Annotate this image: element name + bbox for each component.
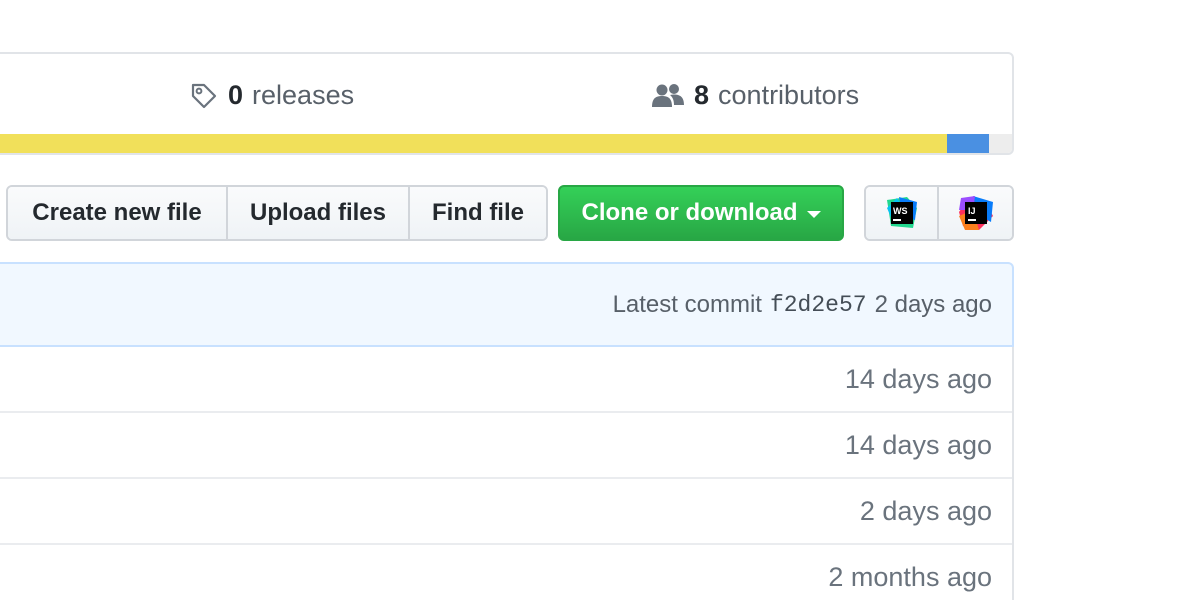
webstorm-icon: WS [886,197,917,228]
releases-label: releases [252,80,355,110]
svg-text:WS: WS [893,206,908,216]
file-row[interactable]: 2 days ago [0,479,1012,545]
open-in-webstorm-button[interactable]: WS [866,187,940,239]
find-file-button[interactable]: Find file [410,187,546,239]
language-bar[interactable] [0,134,1012,153]
file-row[interactable]: 14 days ago [0,347,1012,413]
file-list: 14 days ago 14 days ago 2 days ago 2 mon… [0,347,1014,600]
latest-commit-bar: Latest commit f2d2e57 2 days ago [0,262,1014,347]
language-segment-blue[interactable] [947,134,989,153]
file-row[interactable]: 2 months ago [0,545,1012,600]
tag-icon [190,82,218,110]
clone-or-download-button[interactable]: Clone or download [558,185,844,241]
people-icon [652,83,684,109]
clone-or-download-label: Clone or download [581,199,798,226]
file-toolbar: Create new file Upload files Find file C… [6,185,1014,241]
open-in-ide-group: WS IJ [864,185,1014,241]
chevron-down-icon [806,211,821,218]
contributors-link[interactable]: 8 contributors [652,80,859,111]
file-row[interactable]: 14 days ago [0,413,1012,479]
file-age: 14 days ago [844,429,992,460]
releases-count: 0 [228,80,244,110]
commit-sha-link[interactable]: f2d2e57 [770,292,867,318]
repo-stats-box: 0 releases 8 contributors [0,52,1014,155]
file-age: 14 days ago [844,363,992,394]
create-new-file-button[interactable]: Create new file [8,187,228,239]
intellij-icon: IJ [958,196,993,230]
svg-text:IJ: IJ [968,206,976,216]
upload-files-button[interactable]: Upload files [228,187,410,239]
file-actions-group: Create new file Upload files Find file [6,185,548,241]
file-age: 2 days ago [859,495,992,526]
contributors-label: contributors [718,80,860,110]
latest-commit-label: Latest commit [612,290,762,318]
language-segment-yellow[interactable] [0,134,948,153]
contributors-count: 8 [694,80,710,110]
commit-time: 2 days ago [874,290,992,318]
releases-link[interactable]: 0 releases [190,80,354,111]
open-in-intellij-button[interactable]: IJ [939,187,1012,239]
file-age: 2 months ago [828,561,992,592]
language-segment-other[interactable] [988,134,1012,153]
